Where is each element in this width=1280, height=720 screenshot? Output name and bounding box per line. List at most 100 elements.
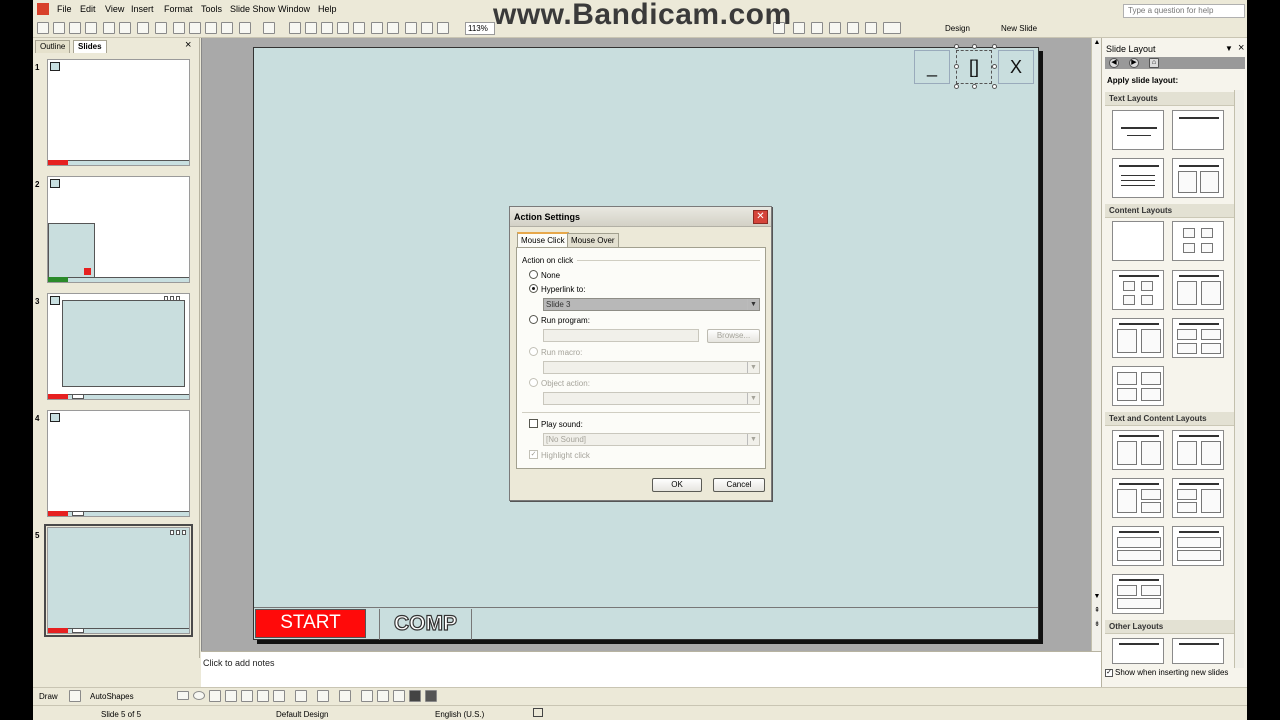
selection-handle[interactable] <box>954 64 959 69</box>
layout-title-content[interactable] <box>1112 270 1164 310</box>
layout-two-column-text[interactable] <box>1172 158 1224 198</box>
expand-all-icon[interactable] <box>371 22 383 34</box>
radio-run-macro[interactable] <box>529 347 538 356</box>
dash-style-icon[interactable] <box>377 690 389 702</box>
highlight-click-checkbox[interactable]: ✓ <box>529 450 538 459</box>
layout-four-content[interactable] <box>1112 366 1164 406</box>
cut-icon[interactable] <box>173 22 185 34</box>
layout-other-1[interactable] <box>1112 638 1164 664</box>
tab-outline[interactable]: Outline <box>35 40 71 53</box>
notes-pane[interactable]: Click to add notes <box>201 651 1101 687</box>
taskpane-scrollbar[interactable] <box>1234 90 1244 668</box>
autoshapes-menu-button[interactable]: AutoShapes <box>90 692 134 701</box>
increase-indent-icon[interactable] <box>865 22 877 34</box>
new-icon[interactable] <box>37 22 49 34</box>
layout-title-four-content[interactable] <box>1172 318 1224 358</box>
numbering-icon[interactable] <box>793 22 805 34</box>
rectangle-icon[interactable] <box>177 691 189 700</box>
ok-button[interactable]: OK <box>652 478 702 492</box>
chevron-down-icon[interactable]: ▼ <box>747 362 759 373</box>
layout-content-over-text[interactable] <box>1172 526 1224 566</box>
minimize-button[interactable]: _ <box>914 50 950 84</box>
picture-icon[interactable] <box>273 690 285 702</box>
selection-handle[interactable] <box>992 44 997 49</box>
back-icon[interactable]: ◀ <box>1109 58 1119 68</box>
spelling-icon[interactable] <box>137 22 149 34</box>
format-painter-icon[interactable] <box>221 22 233 34</box>
font-color-icon[interactable] <box>883 22 901 34</box>
radio-hyperlink[interactable] <box>529 284 538 293</box>
cancel-button[interactable]: Cancel <box>713 478 765 492</box>
layout-text-content[interactable] <box>1112 430 1164 470</box>
close-icon[interactable]: × <box>1238 42 1244 54</box>
browse-button[interactable]: Browse... <box>707 329 760 343</box>
layout-content[interactable] <box>1172 221 1224 261</box>
checkbox-checked-icon[interactable]: ✓ <box>1105 668 1113 677</box>
arrow-icon[interactable] <box>161 690 173 702</box>
close-icon[interactable]: × <box>185 39 191 51</box>
selection-handle[interactable] <box>972 84 977 89</box>
insert-table-icon[interactable] <box>305 22 317 34</box>
layout-other-2[interactable] <box>1172 638 1224 664</box>
close-button[interactable]: X <box>998 50 1034 84</box>
slide-thumbnail-5[interactable] <box>44 524 193 637</box>
show-formatting-icon[interactable] <box>387 22 399 34</box>
radio-none[interactable] <box>529 270 538 279</box>
show-when-inserting-checkbox[interactable]: ✓ Show when inserting new slides <box>1105 668 1228 677</box>
selection-handle[interactable] <box>992 64 997 69</box>
increase-font-icon[interactable] <box>811 22 823 34</box>
selection-handle[interactable] <box>992 84 997 89</box>
fill-color-icon[interactable] <box>295 690 307 702</box>
menu-format[interactable]: Format <box>164 4 193 14</box>
print-preview-icon[interactable] <box>119 22 131 34</box>
textbox-icon[interactable] <box>209 690 221 702</box>
tab-mouse-click[interactable]: Mouse Click <box>517 232 569 247</box>
selection-handle[interactable] <box>954 44 959 49</box>
slide-thumbnail-1[interactable] <box>47 59 190 166</box>
maximize-button[interactable]: [] <box>956 50 992 84</box>
vertical-scrollbar[interactable]: ▲ ▼ ⇞ ⇟ <box>1091 38 1101 651</box>
menu-help[interactable]: Help <box>318 4 337 14</box>
layout-title-content-2[interactable] <box>1112 318 1164 358</box>
forward-icon[interactable]: ▶ <box>1129 58 1139 68</box>
layout-title-two-content[interactable] <box>1172 270 1224 310</box>
line-style-icon[interactable] <box>361 690 373 702</box>
arrow-style-icon[interactable] <box>393 690 405 702</box>
clipart-icon[interactable] <box>257 690 269 702</box>
layout-two-content-over-text[interactable] <box>1112 574 1164 614</box>
draw-menu-button[interactable]: Draw <box>39 692 58 701</box>
3d-style-icon[interactable] <box>425 690 437 702</box>
menu-tools[interactable]: Tools <box>201 4 222 14</box>
layout-title-slide[interactable] <box>1112 110 1164 150</box>
layout-blank[interactable] <box>1112 221 1164 261</box>
hyperlink-select[interactable]: Slide 3 ▼ <box>543 298 760 311</box>
insert-chart-icon[interactable] <box>289 22 301 34</box>
comp-button[interactable]: COMP <box>379 609 472 640</box>
tables-borders-icon[interactable] <box>321 22 333 34</box>
layout-content-text[interactable] <box>1172 430 1224 470</box>
app-icon[interactable] <box>37 3 49 15</box>
decrease-indent-icon[interactable] <box>847 22 859 34</box>
menu-file[interactable]: File <box>57 4 72 14</box>
slide-thumbnail-3[interactable] <box>47 293 190 400</box>
diagram-icon[interactable] <box>241 690 253 702</box>
menu-edit[interactable]: Edit <box>80 4 96 14</box>
layout-title-text[interactable] <box>1112 158 1164 198</box>
research-icon[interactable] <box>155 22 167 34</box>
grid-icon[interactable] <box>437 22 449 34</box>
run-macro-select[interactable]: ▼ <box>543 361 760 374</box>
radio-object-action[interactable] <box>529 378 538 387</box>
menu-insert[interactable]: Insert <box>131 4 154 14</box>
layout-title-only[interactable] <box>1172 110 1224 150</box>
menu-window[interactable]: Window <box>278 4 310 14</box>
close-icon[interactable]: ✕ <box>753 210 768 224</box>
line-color-icon[interactable] <box>317 690 329 702</box>
font-color-icon[interactable] <box>339 690 351 702</box>
play-sound-checkbox[interactable] <box>529 419 538 428</box>
selection-handle[interactable] <box>972 44 977 49</box>
tab-slides[interactable]: Slides <box>73 40 107 53</box>
layout-two-content-text[interactable] <box>1172 478 1224 518</box>
zoom-select[interactable]: 113% <box>465 22 495 35</box>
tab-mouse-over[interactable]: Mouse Over <box>567 233 619 247</box>
new-slide-button[interactable]: New Slide <box>1001 24 1037 33</box>
